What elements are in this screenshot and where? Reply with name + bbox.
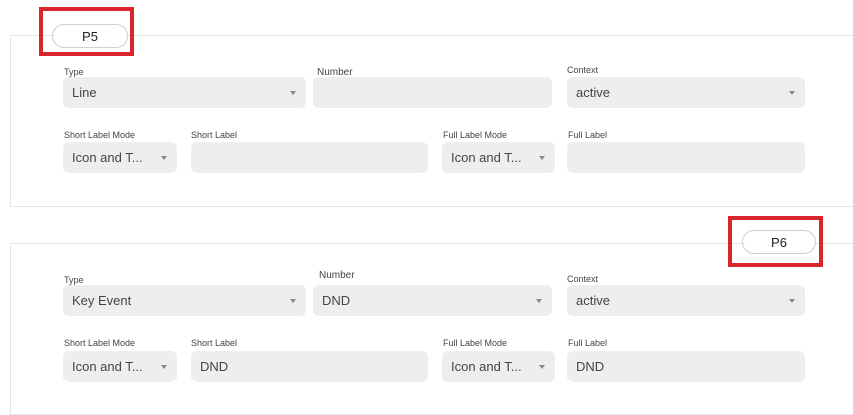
short-label-mode-select[interactable]: Icon and T... — [63, 351, 177, 382]
context-select[interactable]: active — [567, 77, 805, 108]
caret-down-icon — [536, 298, 542, 303]
short-label-mode-value: Icon and T... — [72, 150, 143, 165]
highlight-box-p5 — [39, 7, 134, 56]
caret-down-icon — [789, 298, 795, 303]
number-input[interactable] — [313, 77, 552, 108]
context-value: active — [576, 85, 610, 100]
full-label-mode-value: Icon and T... — [451, 150, 522, 165]
short-label-label: Short Label — [191, 338, 238, 348]
short-label-input[interactable] — [191, 142, 428, 173]
type-label: Type — [64, 67, 84, 77]
context-label: Context — [567, 65, 599, 75]
short-label-mode-label: Short Label Mode — [64, 130, 136, 140]
panel-p5 — [10, 35, 853, 207]
short-label-mode-select[interactable]: Icon and T... — [63, 142, 177, 173]
type-select[interactable]: Key Event — [63, 285, 306, 316]
number-value: DND — [322, 293, 351, 308]
type-value: Line — [72, 85, 97, 100]
caret-down-icon — [539, 364, 545, 369]
type-select[interactable]: Line — [63, 77, 306, 108]
context-label: Context — [567, 274, 599, 284]
full-label-input[interactable] — [567, 142, 805, 173]
full-label-mode-value: Icon and T... — [451, 359, 522, 374]
full-label-label: Full Label — [568, 338, 608, 348]
panel-p6 — [10, 243, 853, 415]
full-label-label: Full Label — [568, 130, 608, 140]
full-label-mode-select[interactable]: Icon and T... — [442, 142, 555, 173]
full-label-mode-label: Full Label Mode — [443, 130, 508, 140]
caret-down-icon — [789, 90, 795, 95]
context-select[interactable]: active — [567, 285, 805, 316]
short-label-mode-value: Icon and T... — [72, 359, 143, 374]
full-label-value: DND — [576, 359, 605, 374]
short-label-label: Short Label — [191, 130, 238, 140]
number-label: Number — [319, 270, 355, 281]
context-value: active — [576, 293, 610, 308]
full-label-input[interactable]: DND — [567, 351, 805, 382]
caret-down-icon — [161, 364, 167, 369]
type-value: Key Event — [72, 293, 132, 308]
caret-down-icon — [161, 155, 167, 160]
caret-down-icon — [539, 155, 545, 160]
caret-down-icon — [290, 90, 296, 95]
full-label-mode-label: Full Label Mode — [443, 338, 508, 348]
short-label-value: DND — [200, 359, 229, 374]
full-label-mode-select[interactable]: Icon and T... — [442, 351, 555, 382]
highlight-box-p6 — [728, 216, 823, 267]
short-label-mode-label: Short Label Mode — [64, 338, 136, 348]
number-input[interactable]: DND — [313, 285, 552, 316]
type-label: Type — [64, 275, 84, 285]
caret-down-icon — [290, 298, 296, 303]
short-label-input[interactable]: DND — [191, 351, 428, 382]
